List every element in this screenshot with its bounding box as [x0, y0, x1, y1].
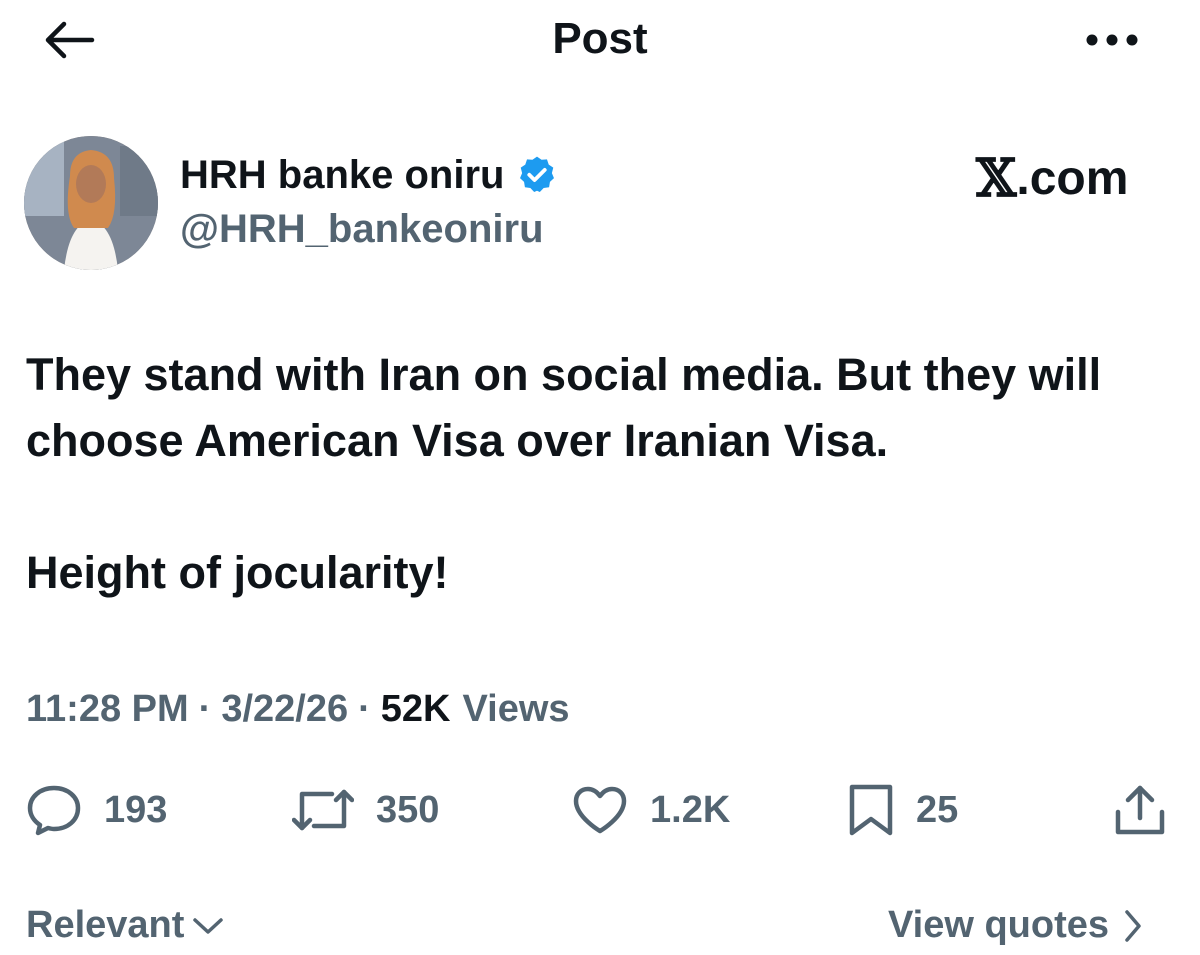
post-time[interactable]: 11:28 PM: [26, 688, 189, 731]
view-quotes-link[interactable]: View quotes: [888, 904, 1143, 947]
page-title: Post: [552, 14, 648, 63]
reply-count: 193: [104, 788, 168, 831]
chevron-right-icon: [1125, 909, 1141, 942]
post-text: They stand with Iran on social media. Bu…: [26, 349, 1102, 598]
share-button[interactable]: [1112, 784, 1168, 836]
handle[interactable]: @HRH_bankeoniru: [180, 207, 544, 252]
view-quotes-label: View quotes: [888, 904, 1110, 946]
like-count: 1.2K: [650, 788, 731, 831]
reply-button[interactable]: 193: [26, 784, 167, 836]
heart-icon: [573, 786, 627, 834]
repost-button[interactable]: 350: [292, 784, 439, 836]
sort-label: Relevant: [26, 904, 185, 946]
source-badge: 𝕏 .com: [976, 148, 1128, 209]
verified-badge-icon: [520, 156, 555, 192]
repost-icon: [292, 789, 354, 831]
more-options-button[interactable]: [1082, 16, 1142, 64]
reply-sort-dropdown[interactable]: Relevant: [26, 904, 224, 947]
repost-count: 350: [376, 788, 440, 831]
bookmark-button[interactable]: 25: [848, 784, 958, 836]
x-logo-icon: 𝕏: [976, 148, 1017, 209]
post-date[interactable]: 3/22/26: [221, 688, 348, 731]
reply-icon: [27, 785, 81, 836]
bookmark-icon: [849, 784, 893, 836]
like-button[interactable]: 1.2K: [572, 784, 730, 836]
share-icon: [1115, 785, 1165, 835]
bookmark-count: 25: [916, 788, 959, 831]
meta-separator: ·: [358, 688, 371, 730]
profile-photo: [24, 136, 158, 270]
source-badge-text: .com: [1016, 152, 1129, 205]
more-horizontal-icon: [1086, 34, 1138, 46]
views-label: Views: [462, 688, 570, 730]
avatar[interactable]: [24, 136, 158, 270]
post-meta: 11:28 PM · 3/22/26 · 52K Views: [26, 688, 570, 731]
views-count: 52K: [380, 688, 451, 730]
display-name[interactable]: HRH banke oniru: [180, 153, 504, 198]
meta-separator: ·: [198, 688, 212, 730]
author-name-row[interactable]: HRH banke oniru: [180, 150, 558, 200]
chevron-down-icon: [193, 917, 224, 934]
